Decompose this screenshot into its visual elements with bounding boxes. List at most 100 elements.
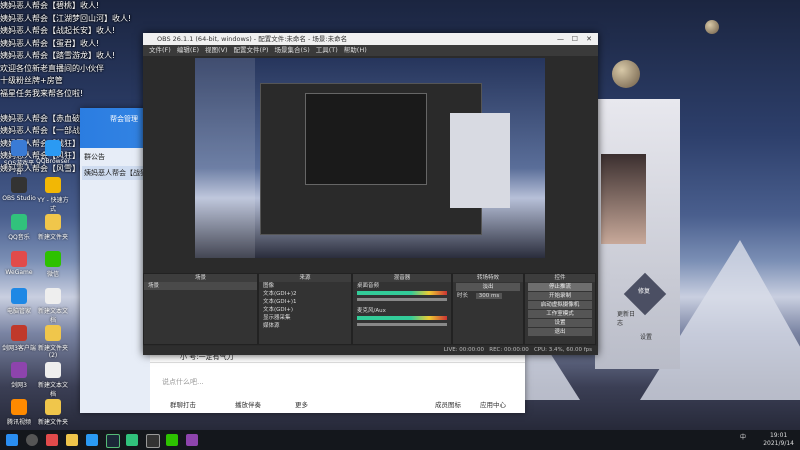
desktop-icon[interactable]: QQBrowser <box>36 140 70 165</box>
app-icon <box>45 177 61 193</box>
transition-duration[interactable]: 时长 300 ms <box>453 292 523 300</box>
transitions-dock: 转场特效 淡出 时长 300 ms <box>452 273 524 345</box>
maximize-icon[interactable]: ☐ <box>572 33 578 45</box>
app-icon <box>11 362 27 378</box>
qq-button-1[interactable]: 播放伴奏 <box>235 399 261 409</box>
menu-item[interactable]: 场景集合(S) <box>275 46 310 54</box>
wallpaper-planet <box>612 60 640 88</box>
qq-right-button-1[interactable]: 应用中心 <box>480 399 506 409</box>
app-icon <box>45 214 61 230</box>
desktop-icon[interactable]: 剑网3客户端 <box>2 325 36 352</box>
volume-meter[interactable] <box>357 291 447 295</box>
menu-item[interactable]: 视图(V) <box>205 46 228 54</box>
taskbar-app-icon[interactable] <box>126 434 138 446</box>
qq-button-0[interactable]: 群聊打击 <box>170 399 196 409</box>
menu-item[interactable]: 工具(T) <box>316 46 338 54</box>
source-item[interactable]: 显示器采集 <box>259 314 351 322</box>
desktop-icon-label: 微信 <box>46 271 59 278</box>
qq-input-field[interactable]: 说点什么吧... <box>162 377 204 387</box>
duration-value[interactable]: 300 ms <box>475 293 503 299</box>
desktop-icon-label: OBS Studio <box>2 195 36 202</box>
desktop-icon[interactable]: WeGame <box>2 251 36 276</box>
qq-button-2[interactable]: 更多 <box>295 399 308 409</box>
source-item[interactable]: 文本(GDI+)1 <box>259 298 351 306</box>
volume-meter[interactable] <box>357 316 447 320</box>
app-icon <box>11 177 27 193</box>
app-icon <box>45 251 61 267</box>
source-item[interactable]: 文本(GDI+)2 <box>259 290 351 298</box>
app-icon <box>45 140 61 156</box>
control-button[interactable]: 退出 <box>528 328 592 336</box>
source-item[interactable]: 图像 <box>259 282 351 290</box>
taskbar-app-icon[interactable] <box>186 434 198 446</box>
taskbar-app-icon[interactable] <box>166 434 178 446</box>
desktop-icon[interactable]: QQ音乐 <box>2 214 36 241</box>
character-portrait <box>601 154 646 244</box>
clock-time: 19:01 <box>769 432 788 439</box>
chat-line: 姨妈恶人帮会【碧桃】收人! <box>0 1 100 10</box>
control-button[interactable]: 开始录制 <box>528 292 592 300</box>
desktop-icon[interactable]: YY - 快速方式 <box>36 177 70 213</box>
chat-line: 姨妈恶人帮会【战起长安】收人! <box>0 26 116 35</box>
chat-line: 福星任务我来帮各位啦! <box>0 88 84 98</box>
taskbar-app-icon[interactable] <box>106 434 120 448</box>
obs-status-bar: LIVE: 00:00:00 REC: 00:00:00 CPU: 3.4%, … <box>143 346 598 355</box>
obs-title: OBS 26.1.1 (64-bit, windows) - 配置文件:未命名 … <box>157 35 348 43</box>
scene-item[interactable]: 场景 <box>144 282 257 290</box>
source-item[interactable]: 媒体源 <box>259 322 351 330</box>
sources-dock-title: 来源 <box>259 274 351 282</box>
desktop-icon-label: 剑网3 <box>11 382 27 389</box>
desktop-icon[interactable]: 新建文本文档 <box>36 288 70 324</box>
chat-line: 姨妈恶人帮会【蛋君】收人! <box>0 38 100 48</box>
desktop-icon-label: 新建文件夹 <box>37 234 68 241</box>
desktop-icon[interactable]: 新建文件夹(2) <box>36 325 70 359</box>
system-tray[interactable]: 中 19:01 2021/9/14 <box>740 432 794 448</box>
desktop-icon[interactable]: 剑网3 <box>2 362 36 389</box>
desktop-icon[interactable]: 新建文本文档 <box>36 362 70 398</box>
menu-item[interactable]: 帮助(H) <box>344 46 367 54</box>
app-icon <box>11 214 27 230</box>
transition-select[interactable]: 淡出 <box>456 283 520 291</box>
desktop-icon[interactable]: OBS Studio <box>2 177 36 202</box>
menu-item[interactable]: 配置文件(P) <box>234 46 269 54</box>
cpu-status: CPU: 3.4%, 60.00 fps <box>533 347 592 353</box>
menu-item[interactable]: 文件(F) <box>149 46 171 54</box>
close-icon[interactable]: ✕ <box>586 33 592 45</box>
qq-group-name[interactable]: 姨妈恶人帮会【战狂】 <box>82 166 148 180</box>
source-item[interactable]: 文本(GDI+) <box>259 306 351 314</box>
desktop-icon[interactable]: 微信 <box>36 251 70 278</box>
ime-indicator[interactable]: 中 <box>740 434 746 442</box>
desktop-icon[interactable]: SOS游戏平台 <box>2 140 36 176</box>
launcher-settings-label[interactable]: 设置 <box>640 332 658 341</box>
volume-slider[interactable] <box>357 298 447 301</box>
menu-item[interactable]: 编辑(E) <box>177 46 199 54</box>
mixer-dock-title: 混音器 <box>353 274 451 282</box>
app-icon <box>45 325 61 341</box>
desktop-icon-label: 腾讯视频 <box>6 419 31 426</box>
obs-menu-bar: 文件(F) 编辑(E) 视图(V) 配置文件(P) 场景集合(S) 工具(T) 帮助(H) <box>143 45 598 56</box>
desktop-icon-label: SOS游戏平台 <box>3 160 35 176</box>
control-button[interactable]: 停止推流 <box>528 283 592 291</box>
taskbar-app-icon[interactable] <box>146 434 160 448</box>
desktop-icon[interactable]: 腾讯视频 <box>2 399 36 426</box>
qq-right-button-0[interactable]: 成员图标 <box>435 399 461 409</box>
taskbar-app-icon[interactable] <box>86 434 98 446</box>
launcher-repair-label[interactable]: 修复 <box>638 286 652 295</box>
desktop-icon[interactable]: 电脑管家 <box>2 288 36 315</box>
desktop-icon[interactable]: 新建文件夹 <box>36 214 70 241</box>
minimize-icon[interactable]: — <box>557 33 564 45</box>
windows-start-icon[interactable] <box>6 434 18 446</box>
obs-preview[interactable] <box>195 58 545 258</box>
app-icon <box>45 399 61 415</box>
control-button[interactable]: 启动虚拟摄像机 <box>528 301 592 309</box>
launcher-log-label[interactable]: 更新日志 <box>617 309 635 327</box>
taskbar-app-icon[interactable] <box>66 434 78 446</box>
search-icon[interactable] <box>26 434 38 446</box>
control-button[interactable]: 工作室模式 <box>528 310 592 318</box>
taskbar-app-icon[interactable] <box>46 434 58 446</box>
scenes-dock-title: 场景 <box>144 274 257 282</box>
control-button[interactable]: 设置 <box>528 319 592 327</box>
volume-slider[interactable] <box>357 323 447 326</box>
desktop-icon[interactable]: 新建文件夹 <box>36 399 70 426</box>
qq-title: 帮会管理 <box>110 115 138 123</box>
